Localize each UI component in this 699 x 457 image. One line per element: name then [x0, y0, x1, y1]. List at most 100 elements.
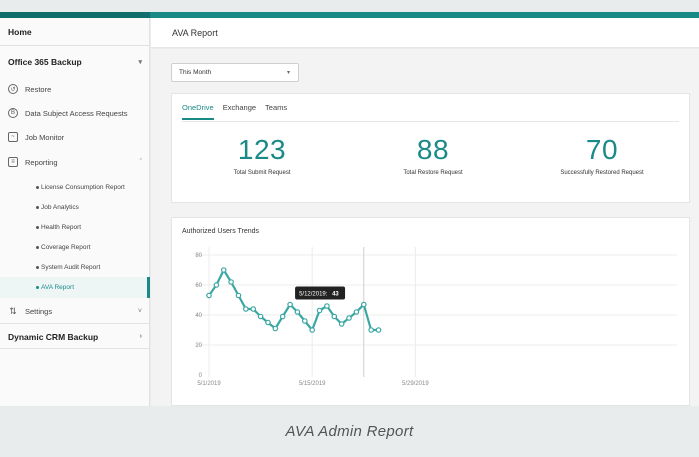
sidebar-report-label: System Audit Report — [41, 263, 101, 271]
tab-teams[interactable]: Teams — [265, 103, 287, 120]
sidebar-item-reporting[interactable]: ≡ Reporting ˆ — [0, 152, 150, 172]
sidebar-report-label: AVA Report — [41, 284, 74, 291]
chevron-up-icon: ˆ — [139, 158, 142, 166]
data-point — [324, 303, 330, 309]
sidebar-item-restore[interactable]: ↺ Restore — [0, 79, 150, 99]
stat-value: 88 — [416, 134, 450, 165]
tooltip-value: 43 — [332, 292, 339, 298]
tab-exchange[interactable]: Exchange — [223, 103, 256, 120]
data-point — [279, 313, 286, 320]
chevron-down-icon: ˅ — [137, 308, 142, 315]
period-select[interactable]: This Month ▾ — [171, 63, 299, 82]
y-tick-label: 80 — [195, 253, 202, 259]
sidebar-item-job-monitor[interactable]: ~ Job Monitor — [0, 127, 150, 147]
chart-card: Authorized Users Trends 0 20 40 60 80 5/1/201… — [171, 217, 690, 406]
sidebar-job-monitor-label: Job Monitor — [25, 132, 65, 142]
chevron-down-icon: ▾ — [138, 59, 142, 66]
stat-total-submit: 123 Total Submit Request — [177, 134, 347, 176]
data-point — [346, 315, 352, 321]
sidebar-office-backup-label: Office 365 Backup — [8, 57, 82, 67]
sidebar-dsar-label: Data Subject Access Requests — [25, 108, 128, 118]
stat-label: Successfully Restored Request — [560, 170, 644, 176]
period-select-value: This Month — [179, 69, 212, 76]
stat-label: Total Restore Request — [403, 170, 463, 176]
data-point — [338, 321, 345, 327]
bullet-icon — [36, 286, 39, 289]
data-point — [272, 325, 279, 332]
sidebar-report-label: License Consumption Report — [41, 183, 125, 191]
top-bar — [0, 0, 699, 18]
main-content: This Month ▾ OneDrive Exchange Teams 123… — [151, 49, 699, 406]
data-point — [220, 267, 227, 273]
data-point — [243, 306, 249, 312]
sidebar-item-dynamic-crm-backup[interactable]: Dynamic CRM Backup › — [0, 325, 150, 349]
sidebar-home-label: Home — [8, 26, 32, 37]
x-tick-label: 5/15/2019 — [299, 381, 326, 387]
sidebar-item-home[interactable]: Home — [0, 18, 150, 46]
x-tick-label: 5/1/2019 — [197, 381, 221, 387]
data-point — [331, 313, 338, 320]
bullet-icon — [36, 225, 39, 229]
sidebar-report-label: Health Report — [41, 223, 82, 231]
tab-onedrive[interactable]: OneDrive — [182, 103, 214, 120]
y-tick-label: 60 — [195, 283, 202, 289]
page-title: AVA Report — [172, 27, 218, 38]
bullet-icon — [36, 265, 39, 269]
bullet-icon — [36, 205, 39, 209]
stat-label: Total Submit Request — [233, 170, 291, 176]
tab-bar: OneDrive Exchange Teams — [182, 103, 296, 120]
data-point — [257, 313, 264, 320]
series-line — [208, 268, 379, 332]
sidebar-restore-label: Restore — [25, 84, 52, 94]
sidebar-item-dsar[interactable]: B Data Subject Access Requests — [0, 103, 150, 123]
y-tick-label: 20 — [195, 343, 202, 349]
sidebar-reporting-label: Reporting — [25, 157, 58, 167]
sidebar-report-label: Job Analytics — [41, 203, 79, 211]
page-header: AVA Report — [151, 18, 699, 48]
dsar-icon: B — [8, 108, 18, 118]
sidebar: Home Office 365 Backup ▾ ↺ Restore B Dat… — [0, 18, 150, 406]
sidebar-item-office-365-backup[interactable]: Office 365 Backup ▾ — [0, 47, 150, 77]
report-icon: ≡ — [8, 157, 18, 167]
data-point — [309, 327, 315, 333]
data-point — [228, 279, 234, 285]
bullet-icon — [36, 245, 39, 249]
data-point — [250, 306, 257, 312]
active-indicator — [147, 277, 150, 298]
data-point — [235, 292, 242, 299]
y-tick-label: 0 — [199, 373, 203, 379]
sidebar-settings-label: Settings — [25, 307, 53, 316]
sidebar-item-settings[interactable]: ⇅ Settings ˅ — [0, 300, 150, 324]
data-point — [287, 301, 293, 308]
line-chart: 0 20 40 60 80 5/1/2019 5/15/2019 5/29/2019 5/12/… — [195, 247, 677, 387]
tooltip-date: 5/12/2019: — [299, 292, 328, 298]
caption-bar: AVA Admin Report — [0, 406, 699, 457]
sidebar-report-ava[interactable]: AVA Report — [0, 277, 150, 298]
monitor-icon: ~ — [8, 132, 18, 142]
sidebar-crm-label: Dynamic CRM Backup — [8, 331, 99, 342]
data-point — [360, 301, 367, 308]
stat-value: 70 — [585, 134, 619, 165]
bullet-icon — [36, 185, 39, 189]
stat-total-restore: 88 Total Restore Request — [348, 134, 518, 176]
sidebar-report-license[interactable]: License Consumption Report — [0, 177, 150, 197]
data-point — [265, 319, 271, 326]
chevron-down-icon: ▾ — [286, 70, 290, 76]
caption-text: AVA Admin Report — [285, 423, 414, 440]
sliders-icon: ⇅ — [9, 306, 17, 316]
history-icon: ↺ — [8, 84, 18, 94]
sidebar-report-job-analytics[interactable]: Job Analytics — [0, 197, 150, 217]
stats-card: OneDrive Exchange Teams 123 Total Submit… — [171, 93, 690, 203]
chevron-right-icon: › — [139, 333, 142, 340]
x-tick-label: 5/29/2019 — [402, 381, 429, 387]
y-tick-label: 40 — [195, 313, 202, 319]
data-point — [375, 327, 382, 333]
stat-value: 123 — [237, 134, 287, 165]
sidebar-report-coverage[interactable]: Coverage Report — [0, 237, 150, 257]
data-point — [368, 327, 374, 333]
data-point — [206, 292, 212, 299]
tab-divider — [182, 121, 679, 122]
sidebar-report-system-audit[interactable]: System Audit Report — [0, 257, 150, 277]
data-point — [294, 309, 301, 315]
sidebar-report-health[interactable]: Health Report — [0, 217, 150, 237]
